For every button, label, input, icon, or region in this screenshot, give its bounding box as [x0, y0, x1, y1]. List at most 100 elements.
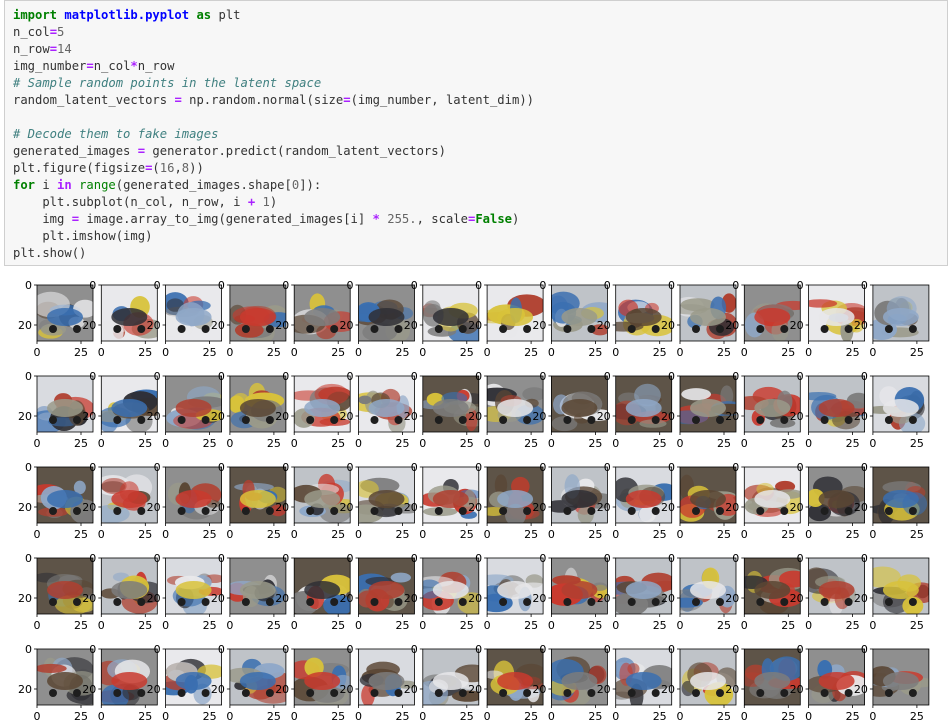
wheel	[756, 598, 765, 606]
wheel	[651, 507, 660, 515]
code-cell[interactable]: import matplotlib.pyplot as plt n_col=5 n_…	[4, 0, 948, 266]
generated-image	[744, 467, 801, 523]
x-tick-label: 0	[484, 528, 491, 541]
y-tick-label: 20	[854, 410, 868, 423]
wheel	[49, 325, 57, 333]
x-tick-label: 0	[612, 619, 619, 632]
x-tick-label: 0	[98, 437, 105, 450]
y-tick-label: 0	[218, 643, 225, 656]
car-body	[625, 308, 662, 326]
wheel	[306, 416, 315, 424]
wheel	[73, 416, 81, 424]
x-tick-label: 0	[805, 710, 812, 723]
x-tick-label: 25	[781, 710, 795, 723]
x-tick-label: 0	[34, 710, 41, 723]
code-line: for i in range(generated_images.shape[0]…	[13, 177, 534, 194]
y-tick-label: 20	[275, 501, 289, 514]
generated-image	[165, 376, 222, 432]
code-token: n_col	[13, 25, 50, 39]
car-body	[47, 581, 83, 599]
car-body	[175, 672, 212, 690]
generated-image	[422, 558, 479, 614]
code-line: img = image.array_to_img(generated_image…	[13, 211, 534, 228]
x-tick-label: 0	[869, 710, 876, 723]
wheel	[137, 689, 146, 697]
x-tick-label: 25	[74, 437, 88, 450]
generated-image	[358, 649, 415, 705]
wheel	[908, 689, 917, 697]
y-tick-label: 0	[218, 279, 225, 292]
code-token: n_col	[93, 59, 131, 73]
x-tick-label: 25	[781, 346, 795, 359]
wheel	[499, 507, 508, 515]
y-tick-label: 0	[732, 279, 739, 292]
generated-image	[165, 649, 222, 705]
y-tick-label: 0	[797, 279, 804, 292]
wheel	[523, 325, 532, 333]
wheel	[716, 416, 724, 424]
code-line: plt.imshow(img)	[13, 228, 534, 245]
code-token: generated_images	[13, 144, 138, 158]
y-tick-label: 0	[861, 552, 868, 565]
code-editor[interactable]: import matplotlib.pyplot as plt n_col=5 n_…	[13, 7, 534, 262]
generated-image	[615, 558, 672, 614]
wheel	[844, 416, 853, 424]
x-tick-label: 0	[484, 437, 491, 450]
car-body	[47, 308, 83, 326]
code-token: plt.figure(figsize	[13, 161, 146, 175]
x-tick-label: 25	[203, 710, 217, 723]
y-tick-label: 20	[82, 410, 96, 423]
x-tick-label: 25	[846, 437, 860, 450]
generated-image	[165, 558, 222, 614]
generated-image	[101, 558, 158, 614]
car-body	[754, 581, 791, 599]
x-tick-label: 25	[910, 710, 924, 723]
y-tick-label: 20	[275, 410, 289, 423]
wheel	[563, 416, 572, 424]
code-token: 255.	[387, 212, 417, 226]
wheel	[780, 689, 789, 697]
code-token: (generated_images.shape[	[115, 178, 292, 192]
wheel	[137, 507, 146, 515]
wheel	[330, 507, 339, 515]
y-tick-label: 20	[468, 319, 482, 332]
y-tick-label: 20	[468, 592, 482, 605]
code-token: # Decode them to fake images	[13, 127, 219, 141]
y-tick-label: 20	[340, 410, 354, 423]
wheel	[458, 598, 467, 606]
car-body	[818, 672, 855, 690]
y-tick-label: 0	[861, 461, 868, 474]
wheel	[651, 325, 660, 333]
car-body	[239, 490, 276, 508]
wheel	[330, 416, 339, 424]
generated-image	[294, 376, 351, 432]
y-tick-label: 20	[211, 410, 225, 423]
y-tick-label: 0	[604, 643, 611, 656]
x-tick-label: 25	[524, 528, 538, 541]
car-body	[497, 399, 534, 417]
generated-image	[37, 649, 93, 705]
x-tick-label: 25	[396, 710, 410, 723]
generated-image	[294, 558, 351, 614]
y-tick-label: 20	[211, 592, 225, 605]
y-tick-label: 20	[275, 319, 289, 332]
x-tick-label: 25	[846, 346, 860, 359]
car-body	[625, 399, 662, 417]
car-body	[111, 308, 148, 326]
subplot: 0 20 0 25	[854, 643, 930, 723]
car-body	[111, 490, 148, 508]
x-tick-label: 25	[138, 528, 152, 541]
x-tick-label: 25	[781, 619, 795, 632]
car-body	[882, 490, 919, 508]
x-tick-label: 0	[548, 346, 555, 359]
x-tick-label: 25	[267, 619, 281, 632]
wheel	[756, 689, 765, 697]
x-tick-label: 0	[548, 437, 555, 450]
code-token: 14	[57, 42, 72, 56]
generated-image	[294, 285, 351, 341]
wheel	[692, 507, 700, 515]
x-tick-label: 25	[396, 619, 410, 632]
x-tick-label: 25	[588, 710, 602, 723]
wheel	[908, 416, 917, 424]
